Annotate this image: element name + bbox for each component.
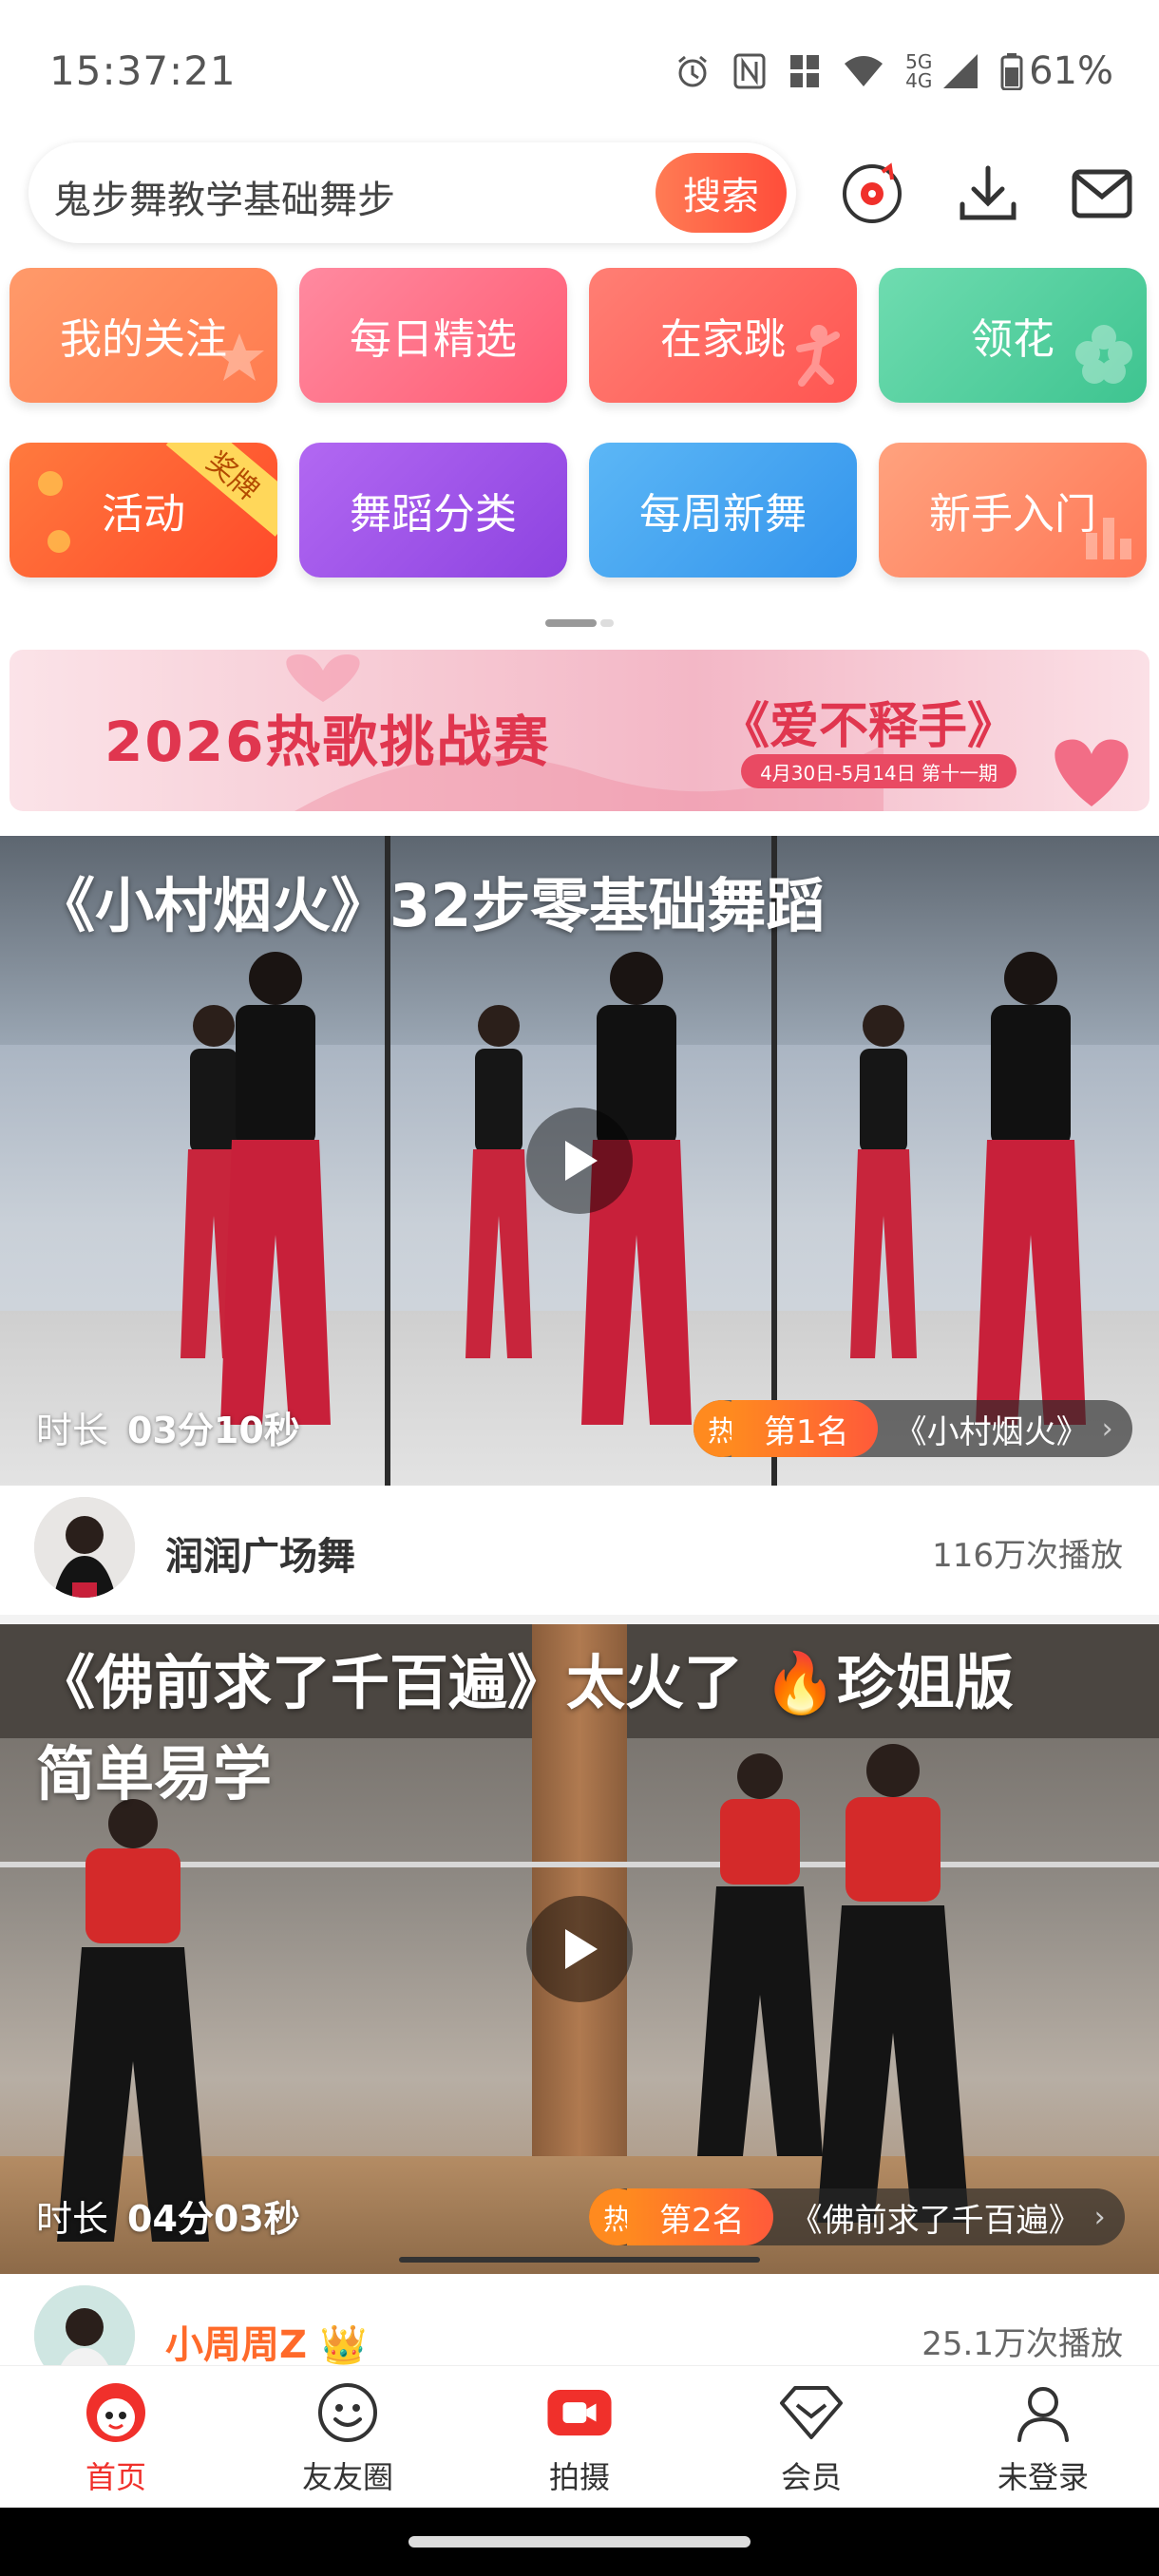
author-name[interactable]: 润润广场舞 [165, 1525, 355, 1581]
heart-decor-icon [1054, 739, 1129, 806]
wifi-icon [843, 52, 884, 90]
tile-beginner[interactable]: 新手入门 [879, 443, 1147, 578]
chevron-right-icon: › [1101, 1411, 1113, 1446]
banner-song: 《爱不释手》 [719, 698, 1016, 755]
play-icon [565, 1929, 598, 1969]
play-button[interactable] [526, 1108, 633, 1214]
star-icon [211, 330, 268, 397]
home-gesture-handle[interactable] [408, 2536, 750, 2548]
author-row[interactable]: 小周周Z 👑 25.1万次播放 [0, 2274, 1159, 2365]
smiley-icon [314, 2379, 381, 2446]
banner-title: 2026热歌挑战赛 [104, 710, 551, 774]
video-duration: 时长 04分03秒 [36, 2198, 300, 2240]
coin-icon [38, 471, 63, 496]
tile-dance-at-home[interactable]: 在家跳 [589, 268, 857, 403]
person-icon [1010, 2379, 1076, 2446]
battery-icon: 61% [1000, 49, 1113, 93]
nav-login[interactable]: 未登录 [967, 2366, 1119, 2509]
dancer-icon [781, 320, 847, 397]
nfc-icon [732, 52, 767, 90]
dancer-figure [220, 952, 331, 1425]
alarm-icon [674, 52, 712, 90]
avatar[interactable] [34, 1497, 135, 1598]
tile-daily-picks[interactable]: 每日精选 [299, 268, 567, 403]
nav-friends[interactable]: 友友圈 [272, 2366, 424, 2509]
bar-chart-icon [1080, 504, 1137, 572]
author-name[interactable]: 小周周Z 👑 [165, 2314, 368, 2365]
gesture-bar [0, 2508, 1159, 2576]
video-title: 《佛前求了千百遍》太火了 🔥珍姐版 简单易学 [36, 1648, 1014, 1809]
tile-activity[interactable]: 活动 奖牌 [10, 443, 277, 578]
tile-dance-category[interactable]: 舞蹈分类 [299, 443, 567, 578]
mail-icon[interactable] [1066, 158, 1138, 230]
page-indicator [545, 619, 614, 627]
search-query: 鬼步舞教学基础舞步 [53, 179, 395, 222]
divider [0, 1615, 1159, 1624]
video-thumbnail[interactable]: 《佛前求了千百遍》太火了 🔥珍姐版 简单易学 时长 04分03秒 热 第2名 《佛… [0, 1624, 1159, 2274]
play-count: 116万次播放 [932, 1537, 1123, 1575]
play-icon [565, 1141, 598, 1181]
tile-my-follow[interactable]: 我的关注 [10, 268, 277, 403]
banner-date: 4月30日-5月14日 第十一期 [741, 754, 1016, 788]
coin-icon [48, 530, 70, 553]
status-icons: 5G 4G 61% [674, 49, 1113, 93]
sim-icon [788, 52, 822, 90]
rank-badge[interactable]: 热 第1名 《小村烟火》 › [694, 1400, 1132, 1457]
status-bar: 15:37:21 5G 4G 61% [0, 0, 1159, 142]
play-button[interactable] [526, 1896, 633, 2002]
promo-banner[interactable]: 2026热歌挑战赛 《爱不释手》 4月30日-5月14日 第十一期 [10, 650, 1150, 811]
author-row[interactable]: 润润广场舞 116万次播放 [0, 1486, 1159, 1615]
tile-weekly-new[interactable]: 每周新舞 [589, 443, 857, 578]
nav-home[interactable]: 首页 [40, 2366, 192, 2509]
video-title: 《小村烟火》32步零基础舞蹈 [36, 871, 826, 940]
avatar[interactable] [34, 2285, 135, 2365]
rank-badge[interactable]: 热 第2名 《佛前求了千百遍》 › [589, 2188, 1125, 2245]
search-input[interactable]: 鬼步舞教学基础舞步 搜索 [28, 142, 796, 243]
status-time: 15:37:21 [49, 47, 237, 94]
chevron-right-icon: › [1093, 2200, 1106, 2234]
dancer-figure [850, 1005, 917, 1358]
download-icon[interactable] [952, 158, 1024, 230]
dancer-figure [976, 952, 1086, 1425]
signal-icon: 5G 4G [905, 52, 979, 90]
video-thumbnail[interactable]: 《小村烟火》32步零基础舞蹈 时长 03分10秒 热 第1名 《小村烟火》 › [0, 836, 1159, 1486]
bottom-nav: 首页 友友圈 拍摄 会员 未登录 [0, 2365, 1159, 2508]
camera-icon [546, 2379, 613, 2446]
scroll-indicator [399, 2257, 760, 2263]
search-button[interactable]: 搜索 [656, 153, 787, 233]
nav-vip[interactable]: 会员 [735, 2366, 887, 2509]
play-count: 25.1万次播放 [922, 2325, 1123, 2363]
music-disc-icon[interactable] [836, 158, 908, 230]
tile-get-flowers[interactable]: 领花 [879, 268, 1147, 403]
flower-icon [1071, 320, 1137, 397]
video-duration: 时长 03分10秒 [36, 1410, 300, 1451]
search-row: 鬼步舞教学基础舞步 搜索 [0, 142, 1159, 249]
battery-text: 61% [1029, 49, 1113, 93]
home-mascot-icon [83, 2379, 149, 2446]
nav-shoot[interactable]: 拍摄 [504, 2366, 656, 2509]
diamond-icon [778, 2379, 845, 2446]
